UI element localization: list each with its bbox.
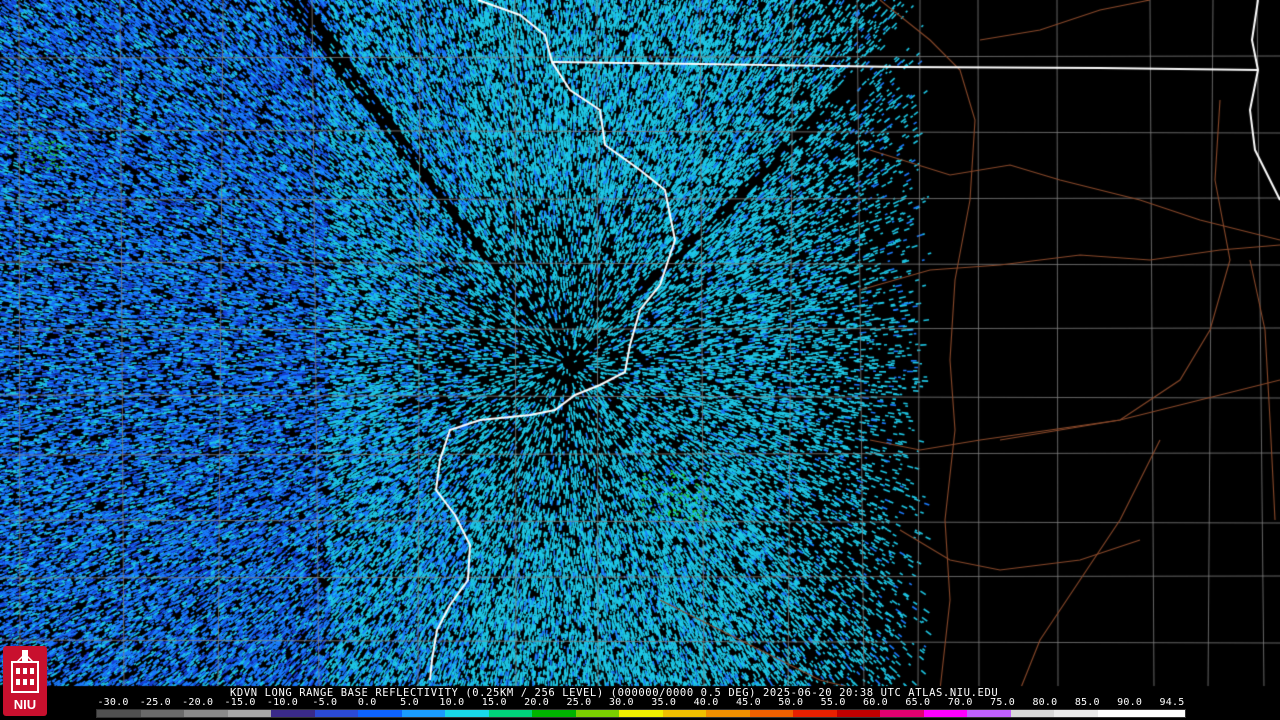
scale-swatch [836, 710, 881, 717]
scale-label: -15.0 [224, 697, 256, 708]
scale-label: 45.0 [735, 697, 761, 708]
scale-label: 90.0 [1117, 697, 1143, 708]
scale-label: 85.0 [1074, 697, 1100, 708]
radar-map[interactable] [0, 0, 1280, 720]
scale-label: 5.0 [400, 697, 419, 708]
scale-swatch [923, 710, 968, 717]
scale-swatch [749, 710, 794, 717]
scale-label: 75.0 [990, 697, 1015, 708]
scale-label: 50.0 [778, 697, 804, 708]
scale-swatch [1010, 710, 1055, 717]
scale-swatch [271, 710, 315, 717]
scale-label: -25.0 [139, 697, 171, 708]
scale-label: -20.0 [182, 697, 214, 708]
scale-label: -30.0 [97, 697, 129, 708]
scale-label: 20.0 [524, 697, 550, 708]
scale-label: -5.0 [312, 697, 338, 708]
scale-swatch [184, 710, 228, 717]
scale-swatch [401, 710, 446, 717]
scale-swatch [793, 710, 837, 717]
scale-swatch [706, 710, 750, 717]
color-scale-labels: -30.0 -25.0 -20.0 -15.0 -10.0 -5.0 0.0 5.0 10.0 1… [0, 697, 1280, 709]
scale-label: 65.0 [905, 697, 931, 708]
scale-swatch [532, 710, 576, 717]
scale-swatch [488, 710, 533, 717]
scale-swatch [1097, 710, 1142, 717]
scale-swatch [97, 710, 141, 717]
color-scale-bar [96, 709, 1186, 718]
scale-swatch [575, 710, 620, 717]
scale-swatch [314, 710, 359, 717]
scale-label: 0.0 [357, 697, 377, 708]
scale-label: 94.5 [1159, 697, 1185, 708]
scale-label: 80.0 [1032, 697, 1058, 708]
scale-swatch [967, 710, 1011, 717]
scale-swatch [619, 710, 663, 717]
scale-label: 60.0 [863, 697, 888, 708]
scale-label: 55.0 [820, 697, 846, 708]
scale-label: 30.0 [608, 697, 634, 708]
scale-label: 40.0 [693, 697, 719, 708]
scale-swatch [140, 710, 185, 717]
scale-swatch [227, 710, 272, 717]
scale-label: 70.0 [947, 697, 973, 708]
scale-swatch [1141, 710, 1185, 717]
scale-swatch [662, 710, 707, 717]
scale-label: -10.0 [266, 697, 298, 708]
scale-label: 15.0 [481, 697, 507, 708]
scale-swatch [358, 710, 402, 717]
scale-label: 10.0 [439, 697, 465, 708]
scale-label: 35.0 [651, 697, 677, 708]
scale-swatch [1054, 710, 1098, 717]
scale-label: 25.0 [566, 697, 592, 708]
scale-swatch [880, 710, 924, 717]
scale-swatch [445, 710, 489, 717]
